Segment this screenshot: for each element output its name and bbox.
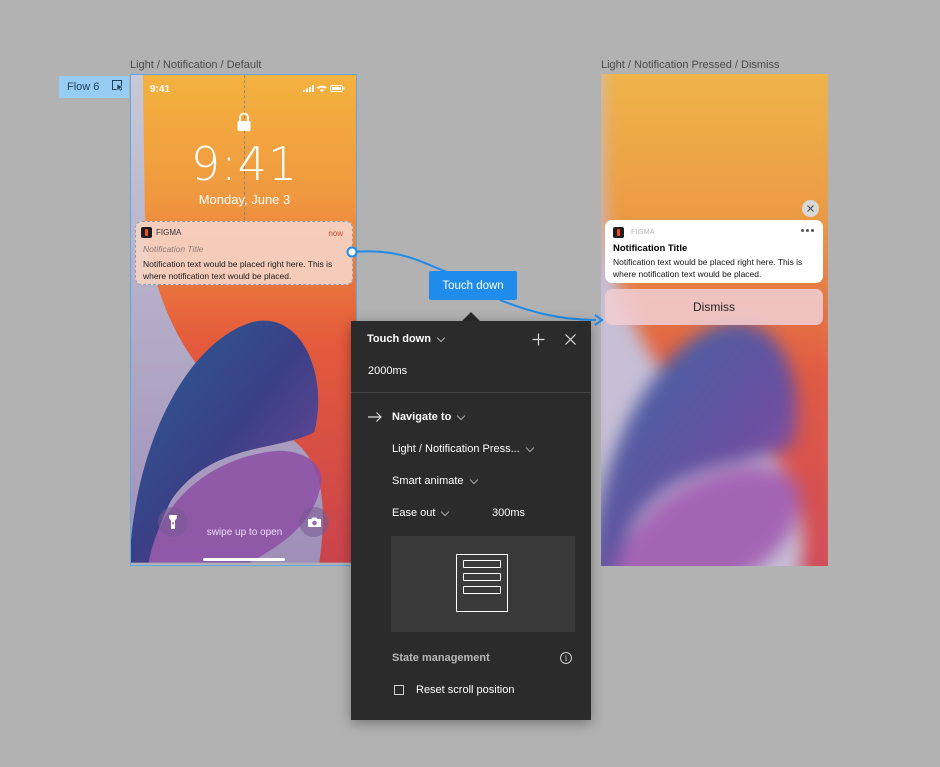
chevron-down-icon [457,411,466,420]
reset-scroll-option[interactable]: Reset scroll position [394,684,514,696]
destination-dropdown[interactable]: Light / Notification Press... [392,443,535,455]
duration-input[interactable]: 300ms [492,507,525,519]
chevron-down-icon [436,333,446,342]
animation-preview [391,536,575,632]
easing-dropdown[interactable]: Ease out [392,507,450,519]
animation-label: Smart animate [392,475,464,487]
state-management-heading: State management [392,652,490,664]
reset-scroll-checkbox[interactable] [394,685,404,695]
preview-frame [456,554,508,612]
duration-value: 300ms [492,507,526,519]
connection-handle[interactable] [346,246,358,258]
trigger-dropdown[interactable]: Touch down [367,333,446,345]
interaction-details-panel: Touch down 2000ms Navigate to Light / No… [351,321,591,720]
arrow-right-icon [368,412,382,422]
action-label: Navigate to [392,411,452,423]
chevron-down-icon [469,475,478,484]
info-icon[interactable]: i [560,652,572,664]
easing-label: Ease out [392,507,436,519]
chevron-down-icon [525,443,535,452]
connection-trigger-label[interactable]: Touch down [429,271,517,300]
close-icon[interactable] [565,334,576,345]
reset-scroll-label: Reset scroll position [416,684,515,696]
delay-input[interactable]: 2000ms [368,365,407,377]
chevron-down-icon [441,507,450,516]
trigger-label: Touch down [367,333,431,345]
animation-dropdown[interactable]: Smart animate [392,475,478,487]
destination-label: Light / Notification Press... [392,443,520,455]
plus-icon[interactable] [532,333,545,346]
panel-divider [351,392,591,393]
action-dropdown[interactable]: Navigate to [392,411,466,423]
delay-value: 2000ms [368,365,408,377]
panel-pointer [462,312,480,321]
